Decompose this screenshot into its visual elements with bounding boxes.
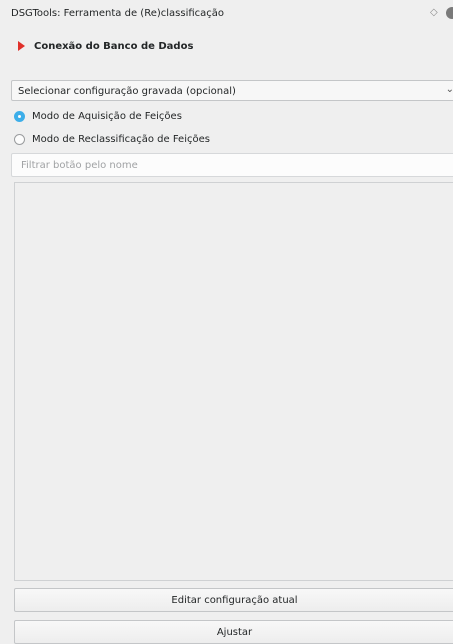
section-label: Conexão do Banco de Dados [34,40,194,52]
float-icon[interactable]: ◇ [430,7,438,18]
reclassification-mode-label[interactable]: Modo de Reclassificação de Feições [32,134,210,145]
saved-config-select[interactable]: Selecionar configuração gravada (opciona… [11,80,453,101]
acquisition-mode-radio[interactable] [14,110,25,122]
chevron-down-icon[interactable]: ⌄ [446,84,453,95]
window-title: DSGTools: Ferramenta de (Re)classificaçã… [11,8,225,19]
acquisition-mode-option[interactable]: Modo de Aquisição de Feições [14,108,182,124]
database-connection-header[interactable]: Conexão do Banco de Dados [18,38,193,54]
close-icon[interactable] [446,7,453,19]
button-filter-field[interactable] [11,153,453,177]
acquisition-mode-label[interactable]: Modo de Aquisição de Feições [32,111,182,122]
buttons-panel [14,182,453,581]
expand-arrow-icon[interactable] [18,41,25,51]
adjust-button[interactable]: Ajustar [14,620,453,644]
button-filter-input[interactable] [19,159,443,172]
reclassification-mode-option[interactable]: Modo de Reclassificação de Feições [14,131,210,147]
saved-config-value: Selecionar configuração gravada (opciona… [18,86,236,97]
reclassification-mode-radio[interactable] [14,133,25,145]
title-bar: DSGTools: Ferramenta de (Re)classificaçã… [0,0,453,26]
edit-config-button[interactable]: Editar configuração atual [14,588,453,612]
